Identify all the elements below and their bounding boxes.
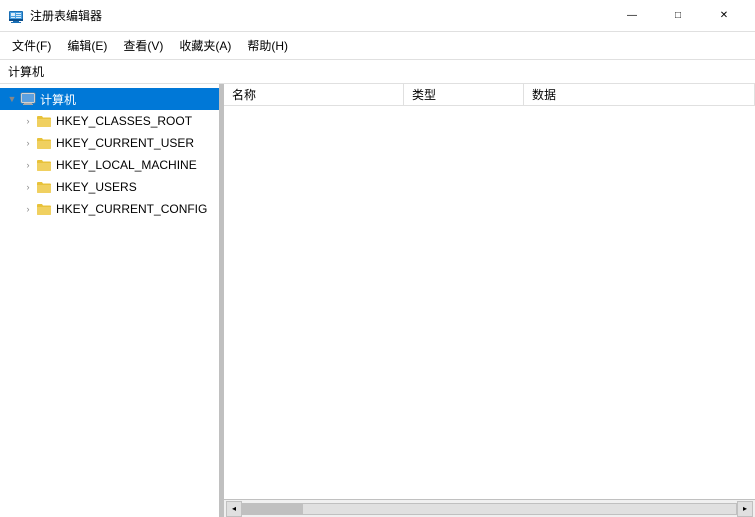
menu-file[interactable]: 文件(F) bbox=[4, 32, 59, 59]
window-controls: — □ ✕ bbox=[609, 0, 747, 32]
tree-item-classes-root[interactable]: › HKEY_CLASSES_ROOT bbox=[0, 110, 219, 132]
folder-icon-classes-root bbox=[36, 114, 52, 128]
minimize-button[interactable]: — bbox=[609, 0, 655, 32]
tree-item-local-machine-label: HKEY_LOCAL_MACHINE bbox=[56, 158, 197, 172]
scroll-right-button[interactable]: ▸ bbox=[737, 501, 753, 517]
menu-edit[interactable]: 编辑(E) bbox=[59, 32, 115, 59]
title-bar-left: 注册表编辑器 bbox=[8, 7, 102, 24]
folder-icon-current-user bbox=[36, 136, 52, 150]
title-bar: 注册表编辑器 — □ ✕ bbox=[0, 0, 755, 32]
right-pane-header: 名称 类型 数据 bbox=[224, 84, 755, 106]
main-content: ▼ 计算机 › HKEY_CLASSES_ROOT bbox=[0, 84, 755, 517]
expander-local-machine[interactable]: › bbox=[20, 157, 36, 173]
folder-icon-local-machine bbox=[36, 158, 52, 172]
computer-icon bbox=[20, 91, 36, 107]
address-path: 计算机 bbox=[8, 63, 44, 80]
tree-item-current-user[interactable]: › HKEY_CURRENT_USER bbox=[0, 132, 219, 154]
expander-users[interactable]: › bbox=[20, 179, 36, 195]
right-pane-body bbox=[224, 106, 755, 499]
tree-item-classes-root-label: HKEY_CLASSES_ROOT bbox=[56, 114, 192, 128]
tree-pane[interactable]: ▼ 计算机 › HKEY_CLASSES_ROOT bbox=[0, 84, 220, 517]
tree-item-computer[interactable]: ▼ 计算机 bbox=[0, 88, 219, 110]
scrollbar-track[interactable] bbox=[242, 503, 737, 515]
tree-item-computer-label: 计算机 bbox=[40, 91, 76, 108]
tree-item-users-label: HKEY_USERS bbox=[56, 180, 137, 194]
menu-help[interactable]: 帮助(H) bbox=[239, 32, 296, 59]
scrollbar-thumb[interactable] bbox=[243, 504, 303, 514]
tree-item-current-config-label: HKEY_CURRENT_CONFIG bbox=[56, 202, 207, 216]
menu-favorites[interactable]: 收藏夹(A) bbox=[171, 32, 239, 59]
menu-bar: 文件(F) 编辑(E) 查看(V) 收藏夹(A) 帮助(H) bbox=[0, 32, 755, 60]
right-pane-scrollbar[interactable]: ◂ ▸ bbox=[224, 499, 755, 517]
tree-item-current-user-label: HKEY_CURRENT_USER bbox=[56, 136, 194, 150]
column-header-name[interactable]: 名称 bbox=[224, 84, 404, 105]
expander-computer[interactable]: ▼ bbox=[4, 91, 20, 107]
tree-item-local-machine[interactable]: › HKEY_LOCAL_MACHINE bbox=[0, 154, 219, 176]
maximize-button[interactable]: □ bbox=[655, 0, 701, 32]
right-pane: 名称 类型 数据 ◂ ▸ bbox=[224, 84, 755, 517]
tree-item-users[interactable]: › HKEY_USERS bbox=[0, 176, 219, 198]
scroll-left-button[interactable]: ◂ bbox=[226, 501, 242, 517]
address-bar: 计算机 bbox=[0, 60, 755, 84]
app-icon bbox=[8, 8, 24, 24]
folder-icon-users bbox=[36, 180, 52, 194]
close-button[interactable]: ✕ bbox=[701, 0, 747, 32]
folder-icon-current-config bbox=[36, 202, 52, 216]
column-header-data[interactable]: 数据 bbox=[524, 84, 755, 105]
expander-classes-root[interactable]: › bbox=[20, 113, 36, 129]
tree-item-current-config[interactable]: › HKEY_CURRENT_CONFIG bbox=[0, 198, 219, 220]
expander-current-user[interactable]: › bbox=[20, 135, 36, 151]
expander-current-config[interactable]: › bbox=[20, 201, 36, 217]
menu-view[interactable]: 查看(V) bbox=[115, 32, 171, 59]
column-header-type[interactable]: 类型 bbox=[404, 84, 524, 105]
window-title: 注册表编辑器 bbox=[30, 7, 102, 24]
